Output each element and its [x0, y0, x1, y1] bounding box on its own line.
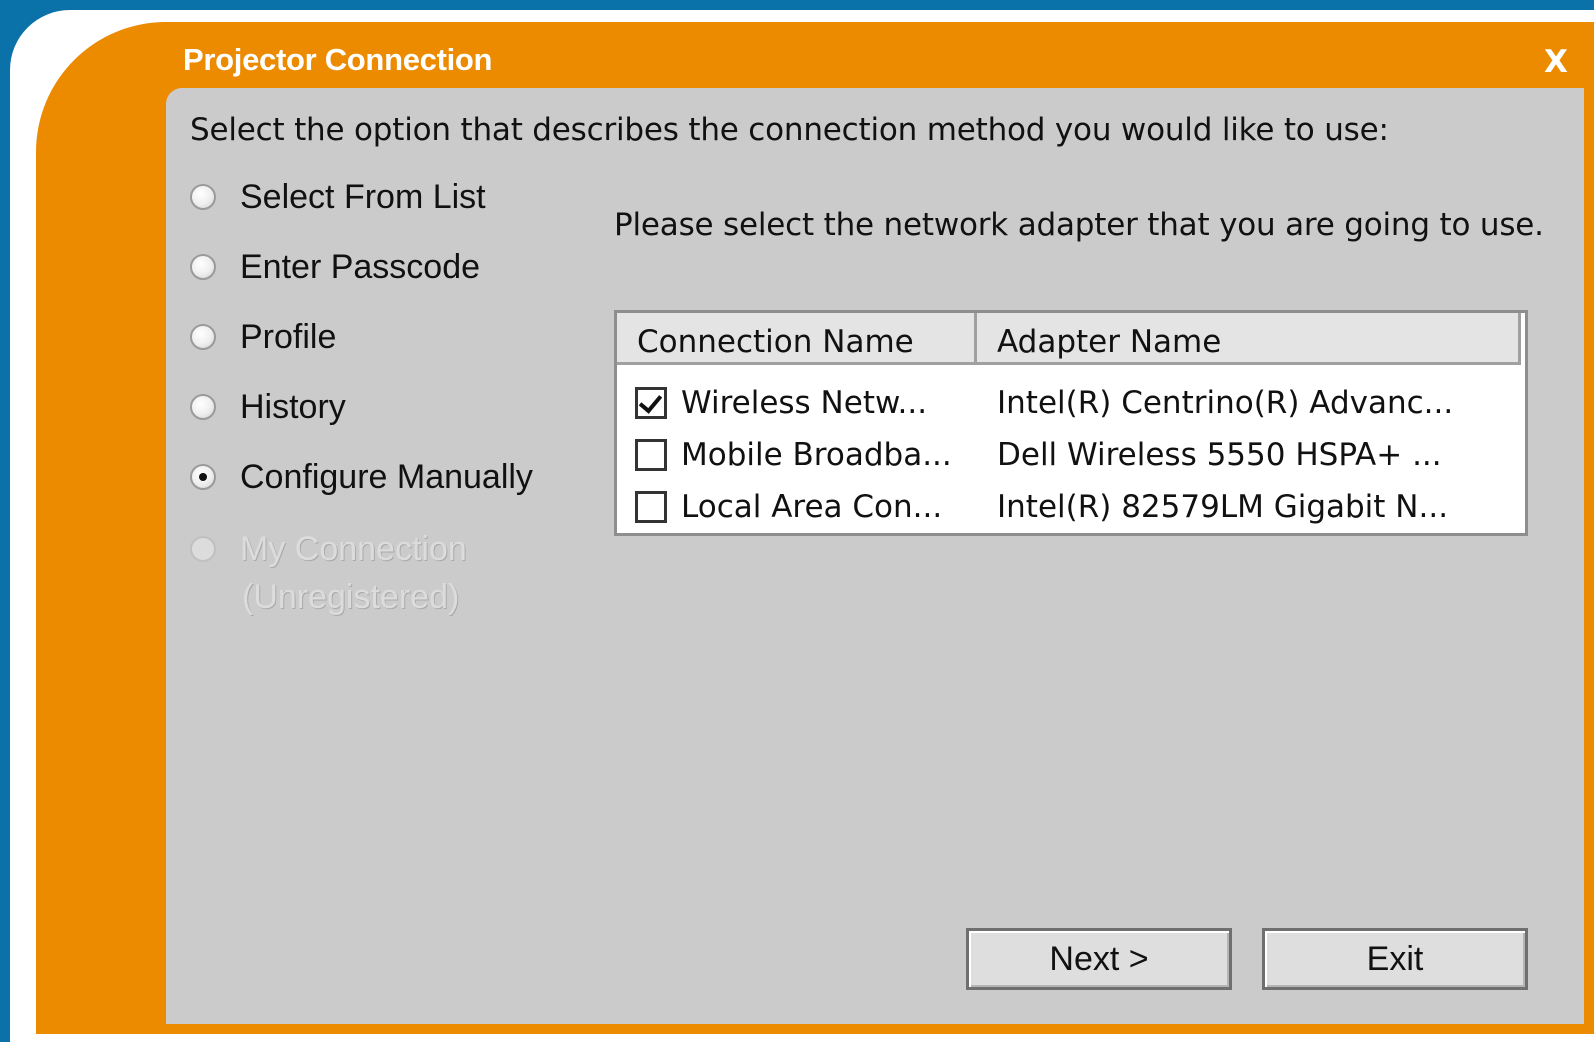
- radio-profile[interactable]: Profile: [190, 312, 336, 362]
- close-icon[interactable]: X: [1538, 44, 1574, 80]
- radio-label: Configure Manually: [240, 457, 533, 496]
- column-header-connection-name[interactable]: Connection Name: [617, 313, 977, 365]
- radio-button-icon: [190, 324, 216, 350]
- radio-label: Select From List: [240, 177, 486, 216]
- radio-enter-passcode[interactable]: Enter Passcode: [190, 242, 480, 292]
- adapter-name-cell: Intel(R) Centrino(R) Advanc...: [997, 385, 1454, 421]
- column-header-adapter-name[interactable]: Adapter Name: [977, 313, 1521, 365]
- radio-button-icon: [190, 394, 216, 420]
- radio-button-disabled-icon: [190, 536, 216, 562]
- radio-label: My Connection: [240, 529, 467, 568]
- radio-label: Profile: [240, 317, 337, 356]
- exit-button[interactable]: Exit: [1262, 928, 1528, 990]
- radio-button-selected-icon: [190, 464, 216, 490]
- connection-name-cell: Local Area Con...: [681, 489, 943, 525]
- adapter-name-cell: Dell Wireless 5550 HSPA+ ...: [997, 437, 1442, 473]
- checkbox[interactable]: [635, 439, 667, 471]
- radio-history[interactable]: History: [190, 382, 346, 432]
- connection-name-cell: Mobile Broadba...: [681, 437, 952, 473]
- list-item[interactable]: Wireless Netw... Intel(R) Centrino(R) Ad…: [617, 377, 1525, 429]
- checkbox-checked[interactable]: [635, 387, 667, 419]
- list-header: Connection Name Adapter Name: [617, 313, 1525, 367]
- adapter-list: Connection Name Adapter Name Wireless Ne…: [614, 310, 1528, 536]
- list-item[interactable]: Local Area Con... Intel(R) 82579LM Gigab…: [617, 481, 1525, 533]
- instruction-text: Select the option that describes the con…: [190, 112, 1389, 148]
- radio-label: Enter Passcode: [240, 247, 481, 286]
- adapter-name-cell: Intel(R) 82579LM Gigabit N...: [997, 489, 1449, 525]
- window-title: Projector Connection: [183, 42, 493, 77]
- radio-sublabel: (Unregistered): [242, 578, 460, 616]
- radio-button-icon: [190, 184, 216, 210]
- radio-configure-manually[interactable]: Configure Manually: [190, 452, 533, 502]
- next-button[interactable]: Next >: [966, 928, 1232, 990]
- radio-select-from-list[interactable]: Select From List: [190, 172, 486, 222]
- connection-name-cell: Wireless Netw...: [681, 385, 928, 421]
- radio-button-icon: [190, 254, 216, 280]
- checkbox[interactable]: [635, 491, 667, 523]
- radio-my-connection: My Connection: [190, 524, 467, 574]
- radio-label: History: [240, 387, 346, 426]
- adapter-prompt: Please select the network adapter that y…: [614, 207, 1544, 243]
- list-item[interactable]: Mobile Broadba... Dell Wireless 5550 HSP…: [617, 429, 1525, 481]
